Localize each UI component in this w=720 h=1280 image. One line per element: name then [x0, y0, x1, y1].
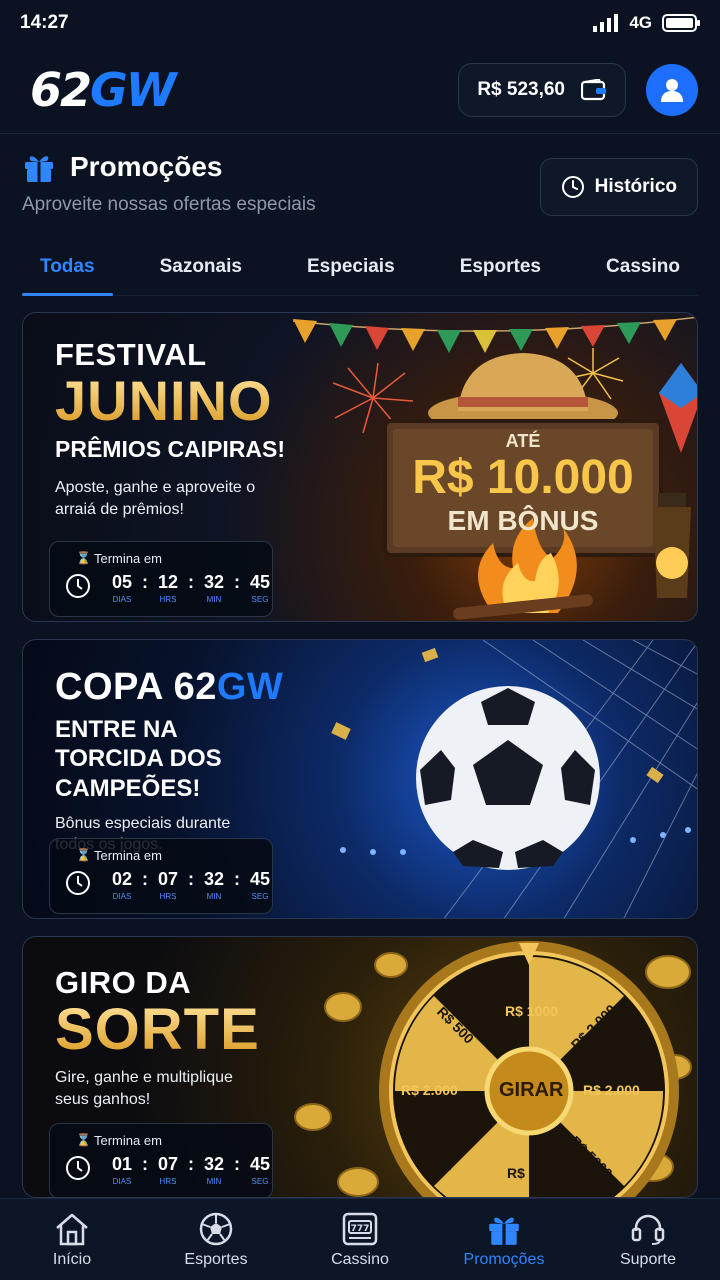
nav-label: Início: [52, 1251, 92, 1268]
wheel-label: R$ 2.000: [583, 1082, 640, 1098]
signal-icon: [593, 14, 619, 32]
promo-title-big: SORTE: [55, 1001, 315, 1059]
battery-icon: [662, 14, 700, 32]
timer-seconds: 45: [249, 572, 271, 592]
page-heading: Promoções Aproveite nossas ofertas espec…: [22, 150, 698, 230]
profile-avatar-button[interactable]: [646, 63, 698, 116]
countdown-timer: Termina em ⌛ 01 DIAS : 07 HRS : 32 MIN : 45…: [49, 1123, 273, 1197]
tab-todas[interactable]: Todas: [22, 242, 113, 296]
promo-title: COPA 62GW: [55, 666, 284, 708]
promo-tagline: ENTRE NA TORCIDA DOS CAMPEÕES!: [55, 716, 222, 802]
promo-title-line1: FESTIVAL: [55, 337, 207, 372]
network-label: 4G: [629, 13, 652, 32]
user-icon: [661, 78, 683, 102]
wheel-label: R$ 5000: [431, 1132, 480, 1182]
gift-icon: [489, 1217, 519, 1245]
nav-item-suporte[interactable]: Suporte: [578, 1199, 718, 1280]
promo-text: COPA 62GW ENTRE NA TORCIDA DOS CAMPEÕES!…: [55, 666, 335, 856]
home-icon: [56, 1213, 88, 1246]
sign-top: ATÉ: [505, 431, 541, 451]
promo-description: Aposte, ganhe e aproveite o arraiá de pr…: [55, 479, 256, 518]
status-bar: 14:27 4G: [0, 0, 720, 46]
gift-icon: [25, 156, 53, 182]
promo-card-festival-junino[interactable]: FESTIVAL JUNINO PRÊMIOS CAIPIRAS! Aposte…: [22, 312, 698, 622]
timer-days: 05: [111, 572, 133, 592]
slot-machine-icon: 777: [342, 1212, 378, 1246]
promo-card-copa[interactable]: COPA 62GW ENTRE NA TORCIDA DOS CAMPEÕES!…: [22, 639, 698, 919]
clock-icon: [66, 574, 90, 598]
nav-label: Promoções: [463, 1251, 545, 1268]
wheel-labels: R$ 500 R$ 1000 R$ 2.000 R$ 2.000 R$ 2.00…: [393, 997, 665, 1197]
soccer-ball-icon: [199, 1212, 233, 1246]
balance-button[interactable]: R$ 523,60: [458, 62, 626, 117]
sign-amount: R$ 10.000: [412, 451, 634, 504]
wheel-label: R$ 500: [433, 1003, 478, 1047]
tab-cassino[interactable]: Cassino: [588, 242, 698, 295]
wallet-icon: [581, 78, 606, 100]
timer-hours: 07: [157, 869, 179, 889]
tab-sazonais[interactable]: Sazonais: [142, 242, 260, 295]
timer-label: Termina em: [94, 1133, 162, 1148]
nav-item-esportes[interactable]: Esportes: [146, 1199, 286, 1280]
promo-text: GIRO DA SORTE Gire, ganhe e multiplique …: [55, 965, 315, 1110]
wheel-label: R$ 2.000: [401, 1082, 458, 1098]
timer-days: 02: [111, 869, 133, 889]
timer-seconds: 45: [249, 1154, 271, 1174]
timer-seconds: 45: [249, 869, 271, 889]
nav-label: Cassino: [331, 1251, 389, 1268]
history-clock-icon: [561, 176, 584, 198]
clock-icon: [66, 871, 90, 895]
nav-item-cassino[interactable]: 777 Cassino: [290, 1199, 430, 1280]
wheel-label: R$ 5000: [567, 1132, 616, 1182]
promo-description: Gire, ganhe e multiplique seus ganhos!: [55, 1069, 233, 1108]
nav-item-promocoes[interactable]: Promoções: [434, 1199, 574, 1280]
history-button[interactable]: Histórico: [539, 158, 698, 216]
hourglass-icon: ⌛: [76, 551, 91, 565]
promo-tagline: PRÊMIOS CAIPIRAS!: [55, 436, 286, 462]
promo-card-giro-da-sorte[interactable]: R$ 500 R$ 1000 R$ 2.000 R$ 2.000 R$ 2.00…: [22, 936, 698, 1198]
timer-label: Termina em: [94, 848, 162, 863]
promo-title-big: JUNINO: [55, 373, 315, 429]
timer-hours: 07: [157, 1154, 179, 1174]
tab-esportes[interactable]: Esportes: [442, 242, 559, 295]
timer-label: Termina em: [94, 551, 162, 566]
wheel-label: R$ 1000: [505, 1003, 558, 1019]
clock-icon: [66, 1156, 90, 1180]
history-label: Histórico: [594, 176, 677, 197]
nav-label: Suporte: [619, 1251, 677, 1268]
timer-days: 01: [111, 1154, 133, 1174]
app-header: 62GW R$ 523,60: [0, 46, 720, 134]
bonus-sign: ATÉ R$ 10.000 EM BÔNUS: [385, 431, 661, 537]
logo[interactable]: 62GW: [30, 63, 177, 117]
bottom-nav: Início Esportes 777 Cassino Promoções Su…: [0, 1198, 720, 1280]
timer-hours: 12: [157, 572, 179, 592]
promo-tabs: Todas Sazonais Especiais Esportes Cassin…: [22, 242, 698, 296]
countdown-timer: Termina em ⌛ 05 DIAS : 12 HRS : 32 MIN : 45…: [49, 541, 273, 617]
hourglass-icon: ⌛: [76, 848, 91, 862]
timer-minutes: 32: [203, 869, 225, 889]
status-time: 14:27: [20, 12, 69, 33]
sign-bottom: EM BÔNUS: [447, 504, 599, 536]
nav-label: Esportes: [184, 1251, 248, 1268]
timer-minutes: 32: [203, 1154, 225, 1174]
tab-especiais[interactable]: Especiais: [289, 242, 413, 295]
timer-minutes: 32: [203, 572, 225, 592]
countdown-timer: Termina em ⌛ 02 DIAS : 07 HRS : 32 MIN : 45…: [49, 838, 273, 914]
hourglass-icon: ⌛: [76, 1133, 91, 1147]
headset-icon: [631, 1214, 665, 1245]
spin-button[interactable]: GIRAR: [499, 1079, 563, 1102]
page-title: Promoções: [70, 151, 223, 182]
wheel-label: R$ 500: [507, 1165, 553, 1181]
wheel-label: R$ 2.000: [567, 1001, 620, 1053]
nav-item-inicio[interactable]: Início: [2, 1199, 142, 1280]
svg-text:777: 777: [351, 1224, 370, 1234]
promo-title-line1: GIRO DA: [55, 965, 192, 1000]
status-icons: 4G: [593, 13, 702, 33]
promo-text: FESTIVAL JUNINO PRÊMIOS CAIPIRAS! Aposte…: [55, 337, 315, 520]
balance-amount: R$ 523,60: [477, 78, 565, 100]
soccer-ball-illustration: [331, 640, 697, 918]
